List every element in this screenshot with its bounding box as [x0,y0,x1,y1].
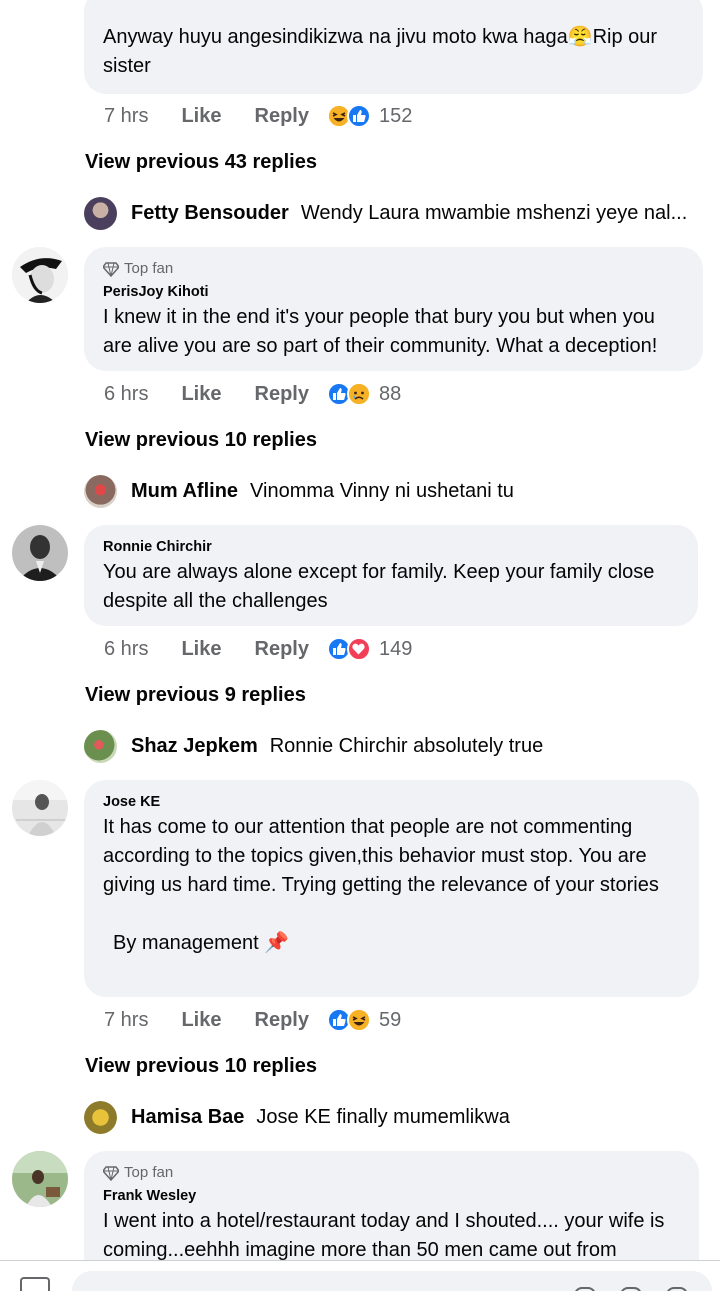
view-previous-replies[interactable]: View previous 10 replies [85,1053,317,1079]
reactions-summary[interactable]: 88 [326,382,402,406]
reactions-summary[interactable]: 152 [326,104,413,128]
latest-reply[interactable]: Hamisa Bae Jose KE finally mumemlikwa [84,1100,704,1134]
comment-bubble: Jose KE It has come to our attention tha… [84,780,699,997]
sticker-icon[interactable] [574,1287,596,1291]
reply-text: Vinomma Vinny ni ushetani tu [250,479,514,502]
comment-actions: 7 hrs Like Reply 59 [104,1005,401,1035]
badge-label: Top fan [124,1164,174,1181]
comment-time: 7 hrs [104,104,149,127]
comment-signature: By management 📌 [113,932,290,954]
comment-text: You are always alone except for family. … [103,561,660,612]
comment-author[interactable]: Jose KE [103,792,680,812]
comment-actions: 6 hrs Like Reply 88 [104,379,401,409]
like-button[interactable]: Like [181,105,221,128]
like-button[interactable]: Like [181,383,221,406]
comment-text: I went into a hotel/restaurant today and… [103,1210,670,1261]
like-button[interactable]: Like [181,1009,221,1032]
sad-reaction-icon [346,382,371,406]
reactions-summary[interactable]: 59 [326,1008,402,1032]
view-previous-replies[interactable]: View previous 9 replies [85,682,306,708]
comment-time: 6 hrs [104,637,149,660]
reaction-count: 149 [378,637,413,660]
gif-icon[interactable] [620,1287,642,1291]
reply-author[interactable]: Shaz Jepkem [131,735,258,758]
like-reaction-icon [346,104,371,128]
comment-composer-bar [0,1260,720,1291]
reply-avatar[interactable] [84,474,117,508]
comment-text: I knew it in the end it's your people th… [103,306,661,357]
reply-author[interactable]: Fetty Bensouder [131,202,289,225]
reply-avatar[interactable] [84,729,117,763]
reply-avatar[interactable] [84,1100,117,1134]
haha-reaction-icon [346,1008,371,1032]
comment-text: It has come to our attention that people… [103,816,659,896]
reply-button[interactable]: Reply [255,638,309,661]
comment-bubble: Ronnie Chirchir You are always alone exc… [84,525,698,626]
latest-reply[interactable]: Fetty Bensouder Wendy Laura mwambie mshe… [84,196,704,230]
comment-text: Anyway huyu angesindikizwa na jivu moto … [103,26,663,77]
comment-actions: 6 hrs Like Reply 149 [104,634,412,664]
comment-time: 6 hrs [104,382,149,405]
comment-author[interactable]: PerisJoy Kihoti [103,282,684,302]
view-previous-replies[interactable]: View previous 10 replies [85,427,317,453]
reply-author[interactable]: Mum Afline [131,480,238,503]
comment-bubble: Anyway huyu angesindikizwa na jivu moto … [84,0,703,94]
love-reaction-icon [346,637,371,661]
emoji-icon[interactable] [666,1287,688,1291]
reaction-count: 88 [378,382,402,405]
comment-author[interactable]: Ronnie Chirchir [103,537,679,557]
comment-author[interactable]: Frank Wesley [103,1186,680,1206]
diamond-icon [103,1166,119,1181]
like-button[interactable]: Like [181,638,221,661]
reply-author[interactable]: Hamisa Bae [131,1106,244,1129]
diamond-icon [103,262,119,277]
comment-bubble: Top fan PerisJoy Kihoti I knew it in the… [84,247,703,371]
badge-label: Top fan [124,260,174,277]
reply-button[interactable]: Reply [255,383,309,406]
view-previous-replies[interactable]: View previous 43 replies [85,149,317,175]
avatar[interactable] [12,525,68,581]
comment-time: 7 hrs [104,1008,149,1031]
avatar[interactable] [12,1151,68,1207]
reply-avatar[interactable] [84,196,117,230]
latest-reply[interactable]: Shaz Jepkem Ronnie Chirchir absolutely t… [84,729,704,763]
write-comment-input[interactable] [72,1271,712,1291]
reaction-count: 152 [378,104,413,127]
reply-text: Jose KE finally mumemlikwa [256,1105,510,1128]
avatar[interactable] [12,247,68,303]
reply-text: Wendy Laura mwambie mshenzi yeye nal... [300,201,688,224]
avatar[interactable] [12,780,68,836]
latest-reply[interactable]: Mum Afline Vinomma Vinny ni ushetani tu [84,474,704,508]
reply-text: Ronnie Chirchir absolutely true [269,734,544,757]
top-fan-badge: Top fan [103,259,684,279]
reply-button[interactable]: Reply [255,1009,309,1032]
reactions-summary[interactable]: 149 [326,637,413,661]
top-fan-badge: Top fan [103,1163,680,1183]
reaction-count: 59 [378,1008,402,1031]
comment-actions: 7 hrs Like Reply 152 [104,101,412,131]
camera-icon[interactable] [20,1277,50,1291]
reply-button[interactable]: Reply [255,105,309,128]
